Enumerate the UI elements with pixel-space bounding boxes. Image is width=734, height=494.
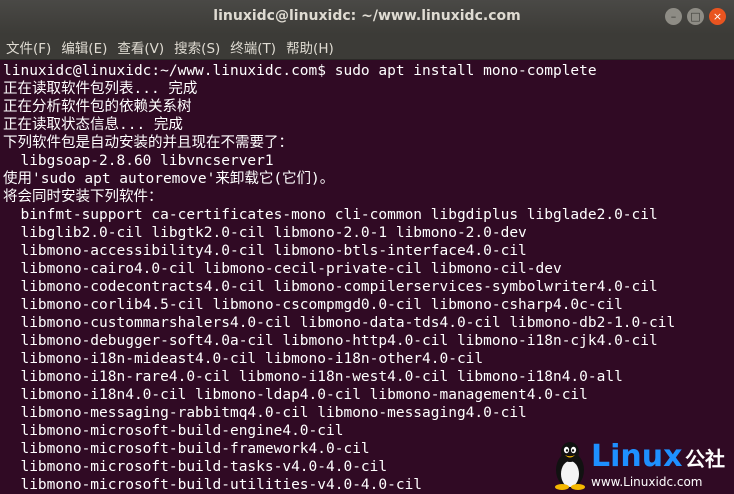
menu-bar: 文件(F) 编辑(E) 查看(V) 搜索(S) 终端(T) 帮助(H): [0, 34, 734, 60]
terminal-line: libmono-codecontracts4.0-cil libmono-com…: [3, 279, 658, 295]
terminal-line: 正在分析软件包的依赖关系树: [3, 99, 192, 115]
watermark-url: www.Linuxidc.com: [591, 475, 703, 489]
maximize-icon: □: [690, 10, 701, 23]
terminal-line: libmono-custommarshalers4.0-cil libmono-…: [3, 315, 676, 331]
terminal-output[interactable]: linuxidc@linuxidc:~/www.linuxidc.com$ su…: [0, 62, 734, 494]
close-button[interactable]: ×: [709, 8, 726, 25]
window-controls: – □ ×: [665, 8, 726, 25]
menu-file[interactable]: 文件(F): [6, 37, 51, 57]
terminal-window: linuxidc@linuxidc: ~/www.linuxidc.com – …: [0, 0, 734, 494]
watermark-brand: Linux: [591, 439, 683, 474]
tux-penguin-icon: [555, 442, 585, 490]
maximize-button[interactable]: □: [687, 8, 704, 25]
terminal-line: libmono-accessibility4.0-cil libmono-btl…: [3, 243, 527, 259]
menu-edit[interactable]: 编辑(E): [61, 37, 107, 57]
minimize-icon: –: [670, 10, 677, 23]
terminal-line: libmono-i18n4.0-cil libmono-ldap4.0-cil …: [3, 387, 588, 403]
menu-terminal[interactable]: 终端(T): [230, 37, 276, 57]
terminal-line: binfmt-support ca-certificates-mono cli-…: [3, 207, 658, 223]
terminal-line: linuxidc@linuxidc:~/www.linuxidc.com$ su…: [3, 63, 597, 79]
minimize-button[interactable]: –: [665, 8, 682, 25]
terminal-line: libmono-corlib4.5-cil libmono-cscompmgd0…: [3, 297, 623, 313]
terminal-line: libmono-debugger-soft4.0a-cil libmono-ht…: [3, 333, 658, 349]
menu-view[interactable]: 查看(V): [117, 37, 164, 57]
terminal-line: 正在读取状态信息... 完成: [3, 117, 183, 133]
terminal-line: 使用'sudo apt autoremove'来卸载它(它们)。: [3, 171, 335, 187]
terminal-line: 正在读取软件包列表... 完成: [3, 81, 198, 97]
window-title: linuxidc@linuxidc: ~/www.linuxidc.com: [213, 8, 521, 24]
linuxidc-watermark: Linux 公社 www.Linuxidc.com: [551, 440, 731, 492]
terminal-line: libmono-cairo4.0-cil libmono-cecil-priva…: [3, 261, 562, 277]
terminal-line: libmono-messaging-rabbitmq4.0-cil libmon…: [3, 405, 527, 421]
menu-help[interactable]: 帮助(H): [286, 37, 334, 57]
close-icon: ×: [712, 10, 723, 23]
watermark-brand-suffix: 公社: [685, 447, 725, 471]
title-bar[interactable]: linuxidc@linuxidc: ~/www.linuxidc.com – …: [0, 0, 734, 34]
menu-search[interactable]: 搜索(S): [174, 37, 220, 57]
terminal-line: libmono-i18n-rare4.0-cil libmono-i18n-we…: [3, 369, 623, 385]
terminal-line: 将会同时安装下列软件：: [3, 189, 163, 205]
terminal-line: libglib2.0-cil libgtk2.0-cil libmono-2.0…: [3, 225, 527, 241]
terminal-line: 下列软件包是自动安装的并且现在不需要了：: [3, 135, 293, 151]
terminal-line: libmono-microsoft-build-engine4.0-cil: [3, 423, 344, 439]
terminal-line: libmono-i18n-mideast4.0-cil libmono-i18n…: [3, 351, 484, 367]
terminal-line: libgsoap-2.8.60 libvncserver1: [3, 153, 274, 169]
